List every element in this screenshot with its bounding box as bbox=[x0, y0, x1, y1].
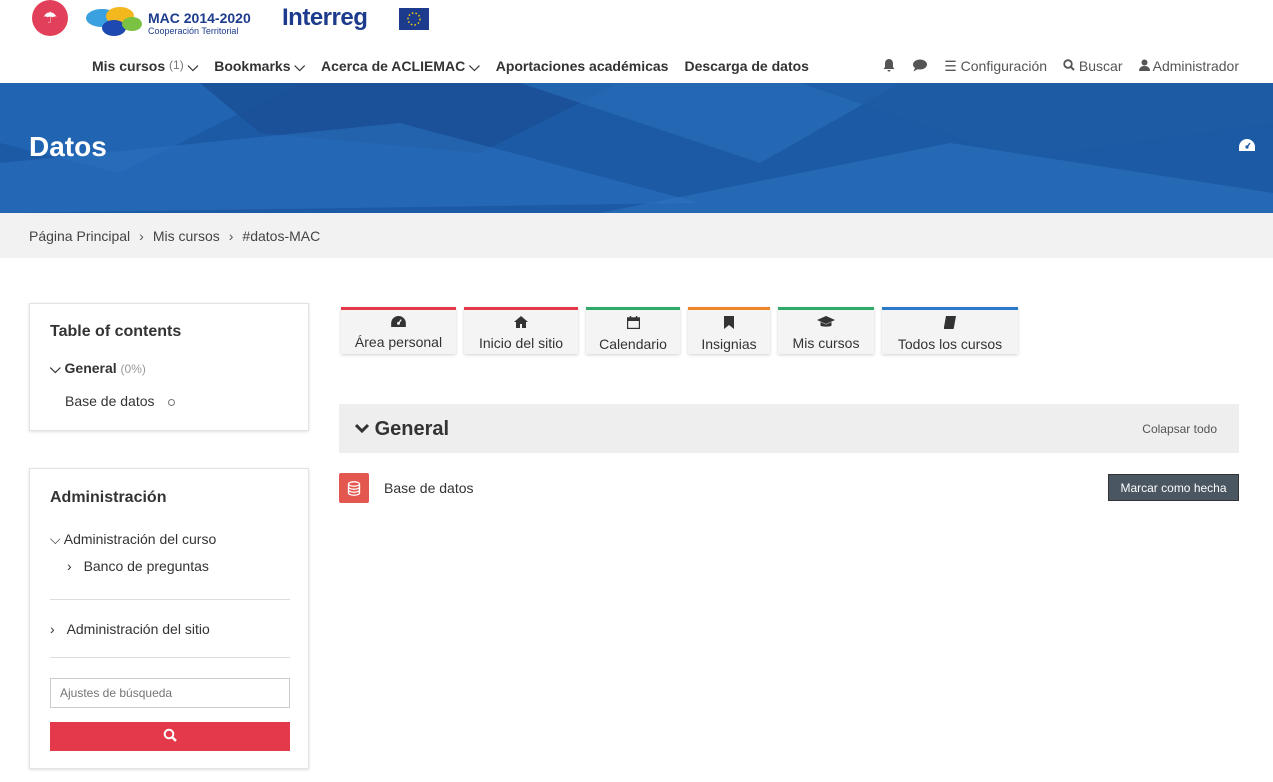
search-settings-input[interactable] bbox=[50, 678, 290, 708]
sliders-icon: ☰ bbox=[944, 57, 957, 74]
quicklink-label: Mis cursos bbox=[792, 335, 860, 351]
bell-icon[interactable] bbox=[882, 58, 896, 75]
search-button[interactable] bbox=[50, 722, 290, 751]
interreg-logo-text: Interreg bbox=[282, 4, 368, 31]
banner-background bbox=[0, 83, 1273, 213]
section-title: General bbox=[354, 418, 450, 441]
breadcrumb-item-current[interactable]: #datos-MAC bbox=[242, 228, 320, 244]
admin-block: Administración ⌵ Administración del curs… bbox=[29, 468, 309, 769]
collapse-all-link[interactable]: Colapsar todo bbox=[1142, 422, 1217, 436]
interreg-logo[interactable]: Interreg bbox=[282, 4, 432, 38]
chevron-right-icon: › bbox=[228, 227, 234, 244]
configuracion-label: Configuración bbox=[960, 57, 1048, 74]
divider bbox=[50, 657, 290, 658]
admin-banco-label: Banco de preguntas bbox=[83, 558, 209, 574]
site-logo-icon[interactable]: ☂ bbox=[32, 0, 68, 36]
page-title: Datos bbox=[29, 131, 107, 162]
mac-logo-subtitle: Cooperación Territorial bbox=[148, 26, 239, 36]
nav-mis-cursos[interactable]: Mis cursos (1) ⌵ bbox=[92, 58, 198, 75]
top-header: ☂ MAC 2014-2020 Cooperación Territorial … bbox=[0, 0, 1273, 83]
quicklink-area-personal[interactable]: Área personal bbox=[341, 307, 456, 354]
chevron-down-icon: ⌵ bbox=[469, 57, 480, 74]
graduation-cap-icon bbox=[778, 316, 874, 331]
circle-icon bbox=[168, 398, 176, 406]
user-name: Administrador bbox=[1152, 58, 1239, 74]
mac-logo-icon bbox=[86, 7, 142, 36]
dashboard-icon bbox=[341, 316, 456, 330]
quicklink-label: Insignias bbox=[701, 336, 757, 352]
breadcrumb-item-home[interactable]: Página Principal bbox=[29, 228, 130, 244]
book-icon bbox=[882, 316, 1018, 332]
chevron-right-icon: › bbox=[67, 558, 72, 574]
chevron-down-icon bbox=[354, 418, 375, 440]
user-menu[interactable]: Administrador bbox=[1138, 58, 1239, 74]
quicklink-inicio[interactable]: Inicio del sitio bbox=[464, 307, 578, 354]
nav-acerca-label: Acerca de ACLIEMAC bbox=[321, 57, 466, 74]
activity-link-base-de-datos[interactable]: Base de datos bbox=[384, 480, 474, 496]
configuracion-link[interactable]: ☰ Configuración bbox=[944, 58, 1047, 75]
admin-sitio[interactable]: › Administración del sitio bbox=[50, 621, 210, 637]
admin-curso-label: Administración del curso bbox=[63, 531, 217, 547]
section-header-general[interactable]: General Colapsar todo bbox=[339, 404, 1239, 453]
nav-aportaciones[interactable]: Aportaciones académicas bbox=[496, 58, 669, 74]
toc-item-label: Base de datos bbox=[65, 393, 155, 409]
toc-section-label: General bbox=[64, 360, 117, 376]
breadcrumb-item-mis-cursos[interactable]: Mis cursos bbox=[153, 228, 220, 244]
quicklink-calendario[interactable]: Calendario bbox=[586, 307, 680, 354]
nav-bookmarks-label: Bookmarks bbox=[214, 57, 291, 74]
section-title-label: General bbox=[374, 418, 450, 440]
divider bbox=[50, 599, 290, 600]
user-icon bbox=[1138, 58, 1153, 74]
calendar-icon bbox=[586, 316, 680, 332]
quicklink-insignias[interactable]: Insignias bbox=[688, 307, 770, 354]
admin-title: Administración bbox=[50, 489, 167, 506]
toc-section-progress: (0%) bbox=[120, 362, 146, 376]
quicklink-label: Inicio del sitio bbox=[478, 335, 564, 351]
database-icon[interactable] bbox=[339, 473, 369, 503]
nav-bookmarks[interactable]: Bookmarks ⌵ bbox=[214, 58, 305, 75]
page-banner: Datos bbox=[0, 83, 1273, 213]
buscar-label: Buscar bbox=[1078, 58, 1123, 74]
mark-as-done-button[interactable]: Marcar como hecha bbox=[1108, 474, 1239, 501]
quicklink-todos-cursos[interactable]: Todos los cursos bbox=[882, 307, 1018, 354]
breadcrumb: Página Principal › Mis cursos › #datos-M… bbox=[0, 213, 1273, 258]
admin-curso[interactable]: ⌵ Administración del curso bbox=[50, 531, 216, 548]
chevron-right-icon: › bbox=[139, 227, 144, 244]
nav-descarga[interactable]: Descarga de datos bbox=[684, 58, 809, 74]
chevron-right-icon: › bbox=[50, 621, 55, 637]
search-icon bbox=[1063, 58, 1079, 74]
chevron-down-icon: ⌵ bbox=[294, 57, 305, 74]
chevron-down-icon: ⌵ bbox=[187, 57, 199, 74]
mac-logo-title: MAC 2014-2020 bbox=[148, 10, 251, 26]
admin-sitio-label: Administración del sitio bbox=[66, 621, 210, 637]
toc-section-general[interactable]: ⌵ General (0%) bbox=[50, 360, 146, 377]
admin-banco[interactable]: › Banco de preguntas bbox=[67, 558, 209, 574]
quicklink-label: Todos los cursos bbox=[897, 336, 1003, 352]
user-nav: ☰ Configuración Buscar Administrador bbox=[866, 56, 1239, 76]
eu-flag-icon bbox=[399, 8, 429, 30]
chevron-down-icon: ⌵ bbox=[50, 360, 61, 376]
toc-item-base-de-datos[interactable]: Base de datos bbox=[65, 393, 176, 409]
bookmark-icon bbox=[688, 316, 770, 332]
nav-acerca[interactable]: Acerca de ACLIEMAC ⌵ bbox=[321, 58, 480, 75]
search-icon bbox=[163, 728, 177, 746]
chevron-down-icon: ⌵ bbox=[50, 531, 61, 547]
home-icon bbox=[464, 316, 578, 331]
nav-mis-cursos-count: (1) bbox=[169, 57, 184, 72]
toc-block: Table of contents ⌵ General (0%) Base de… bbox=[29, 303, 309, 431]
quicklink-label: Área personal bbox=[354, 334, 443, 350]
chat-icon[interactable] bbox=[912, 58, 928, 75]
buscar-link[interactable]: Buscar bbox=[1063, 58, 1123, 74]
nav-mis-cursos-label: Mis cursos bbox=[92, 57, 166, 74]
quicklink-mis-cursos[interactable]: Mis cursos bbox=[778, 307, 874, 354]
mac-logo[interactable]: MAC 2014-2020 Cooperación Territorial bbox=[84, 4, 264, 38]
main-nav: Mis cursos (1) ⌵ Bookmarks ⌵ Acerca de A… bbox=[92, 56, 825, 76]
toc-title: Table of contents bbox=[50, 323, 182, 340]
quicklink-label: Calendario bbox=[599, 336, 667, 352]
